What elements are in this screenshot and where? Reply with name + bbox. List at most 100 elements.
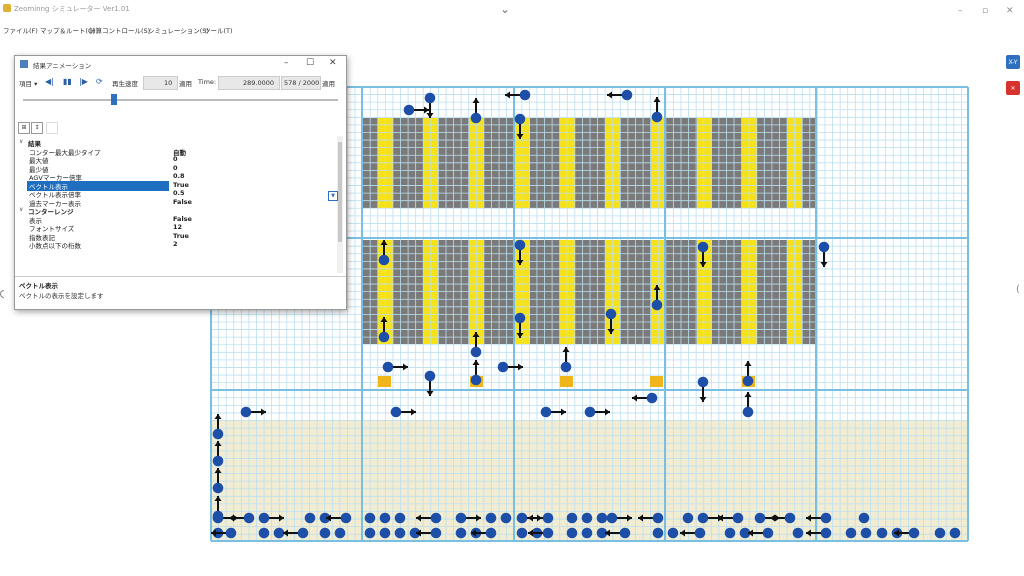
speed-value: 10 — [164, 79, 173, 87]
agv-marker — [516, 527, 528, 539]
property-grid[interactable]: ∨ 結果 コンター最大最少タイプ 自動 最大値 0 最少値 0 AGVマーカー倍率 0.8 ベクトル… — [15, 136, 337, 273]
property-pages-icon[interactable] — [46, 122, 58, 134]
agv-dot — [394, 527, 406, 539]
description-title: ベクトル表示 — [19, 282, 58, 290]
timeline-slider-track[interactable] — [23, 99, 338, 101]
agv-marker — [845, 527, 857, 539]
agv-marker — [818, 241, 830, 267]
property-value[interactable]: 0 — [173, 155, 178, 163]
agv-marker — [470, 360, 482, 386]
alphabetical-sort-icon[interactable]: ↕ — [31, 122, 43, 134]
collapse-chevron-icon[interactable]: ∨ — [19, 206, 23, 213]
property-value[interactable]: True — [173, 232, 189, 240]
agv-dot — [364, 527, 376, 539]
agv-marker — [379, 527, 391, 539]
collapse-chevron-icon[interactable]: ∨ — [19, 138, 23, 145]
vector-arrowhead — [403, 363, 408, 371]
agv-marker — [860, 527, 872, 539]
property-grid-scroll-thumb[interactable] — [338, 142, 342, 242]
agv-dot — [792, 527, 804, 539]
property-value[interactable]: 0.5 — [173, 189, 185, 197]
agv-dot — [697, 512, 709, 524]
timeline-slider-thumb[interactable] — [111, 94, 118, 105]
dialog-title: 結果アニメーション — [33, 62, 92, 70]
agv-dot — [724, 527, 736, 539]
agv-dot — [470, 374, 482, 386]
scroll-handle-icon[interactable]: ( — [1016, 284, 1020, 295]
frame-input[interactable]: 578 / 2000 — [281, 76, 321, 90]
agv-dot — [212, 482, 224, 494]
categorized-sort-icon[interactable]: ⊞ — [18, 122, 30, 134]
agv-dot — [581, 527, 593, 539]
step-back-icon[interactable]: ◀| — [45, 77, 54, 86]
vector-arrowhead — [426, 391, 434, 396]
dialog-minimize-button[interactable]: – — [284, 58, 289, 68]
vector-arrowhead — [744, 392, 752, 397]
property-row[interactable]: 小数点以下の桁数 2 — [15, 240, 337, 250]
property-value[interactable]: 12 — [173, 223, 182, 231]
agv-marker — [652, 527, 664, 539]
dialog-app-icon — [20, 60, 28, 68]
agv-dot — [651, 111, 663, 123]
agv-dot — [845, 527, 857, 539]
agv-dot — [667, 527, 679, 539]
agv-dot — [485, 527, 497, 539]
agv-marker — [667, 527, 679, 539]
value-dropdown-button[interactable]: ▼ — [328, 191, 338, 201]
agv-dot — [519, 89, 531, 101]
result-animation-dialog: 結果アニメーション – ☐ ✕ 項目 ▾ ◀| ▮▮ |▶ ⟳ 再生速度 10 … — [14, 55, 347, 310]
playback-toolbar: 項目 ▾ ◀| ▮▮ |▶ ⟳ 再生速度 10 適用 Time: 289.000… — [15, 75, 346, 91]
speed-apply-button[interactable]: 適用 — [179, 78, 192, 88]
property-value[interactable]: 0 — [173, 164, 178, 172]
dialog-close-button[interactable]: ✕ — [329, 58, 337, 68]
agv-dot — [319, 527, 331, 539]
agv-marker — [742, 392, 754, 418]
property-value[interactable]: 2 — [173, 240, 178, 248]
agv-marker — [949, 527, 961, 539]
agv-dot — [273, 527, 285, 539]
close-view-icon[interactable]: ✕ — [1006, 81, 1020, 95]
agv-dot — [430, 527, 442, 539]
agv-dot — [470, 112, 482, 124]
property-value[interactable]: True — [173, 181, 189, 189]
xy-view-button[interactable]: X-Y — [1006, 55, 1020, 69]
agv-marker — [394, 527, 406, 539]
agv-dot — [652, 512, 664, 524]
vector-arrowhead — [562, 347, 570, 352]
agv-marker — [424, 92, 436, 118]
agv-dot — [212, 428, 224, 440]
left-edge-handle-icon[interactable] — [0, 290, 4, 298]
agv-marker — [497, 361, 523, 373]
description-text: ベクトルの表示を設定します — [19, 292, 104, 300]
speed-label: 再生速度 — [112, 80, 138, 88]
step-forward-icon[interactable]: |▶ — [79, 77, 88, 86]
item-dropdown[interactable]: 項目 ▾ — [19, 78, 37, 88]
property-value[interactable]: False — [173, 198, 192, 206]
agv-dot — [619, 527, 631, 539]
agv-dot — [858, 512, 870, 524]
agv-dot — [697, 241, 709, 253]
frame-apply-button[interactable]: 適用 — [322, 78, 335, 88]
agv-dot — [455, 527, 467, 539]
agv-dot — [470, 346, 482, 358]
agv-dot — [949, 527, 961, 539]
agv-dot — [584, 406, 596, 418]
agv-marker — [364, 512, 376, 524]
agv-dot — [621, 89, 633, 101]
agv-dot — [378, 254, 390, 266]
vector-arrowhead — [472, 98, 480, 103]
agv-dot — [742, 406, 754, 418]
agv-marker — [792, 527, 804, 539]
station-marker — [650, 376, 663, 387]
agv-dot — [500, 512, 512, 524]
pause-icon[interactable]: ▮▮ — [63, 77, 72, 86]
agv-dot — [258, 527, 270, 539]
agv-marker — [876, 527, 888, 539]
loop-icon[interactable]: ⟳ — [96, 77, 103, 86]
property-value[interactable]: 0.8 — [173, 172, 185, 180]
dialog-maximize-button[interactable]: ☐ — [306, 58, 314, 68]
agv-dot — [694, 527, 706, 539]
property-value[interactable]: False — [173, 215, 192, 223]
agv-dot — [212, 455, 224, 467]
speed-input[interactable]: 10 — [143, 76, 178, 90]
